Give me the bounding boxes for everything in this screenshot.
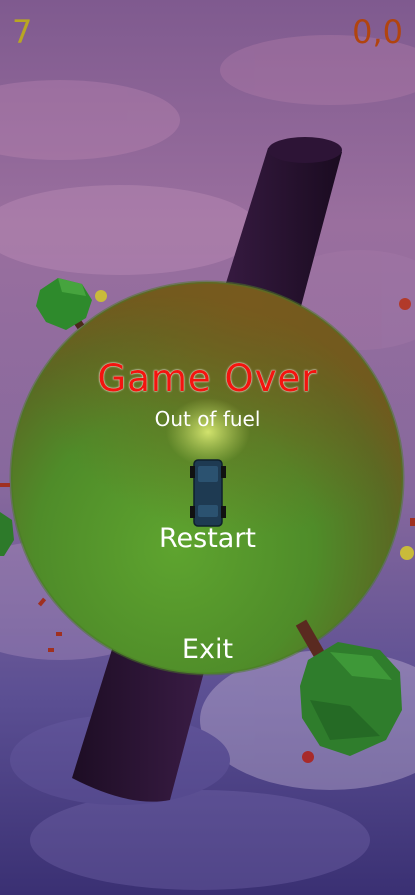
score-counter: 7: [12, 13, 33, 51]
game-screen: 7 0,0 Game Over Out of fuel Restart Exit: [0, 0, 415, 895]
car: [190, 459, 226, 527]
game-scene: [0, 0, 415, 895]
distance-counter: 0,0: [352, 13, 403, 51]
restart-button[interactable]: Restart: [110, 519, 305, 559]
exit-button[interactable]: Exit: [110, 630, 305, 670]
game-over-title: Game Over: [97, 357, 318, 400]
game-over-reason: Out of fuel: [154, 407, 261, 431]
